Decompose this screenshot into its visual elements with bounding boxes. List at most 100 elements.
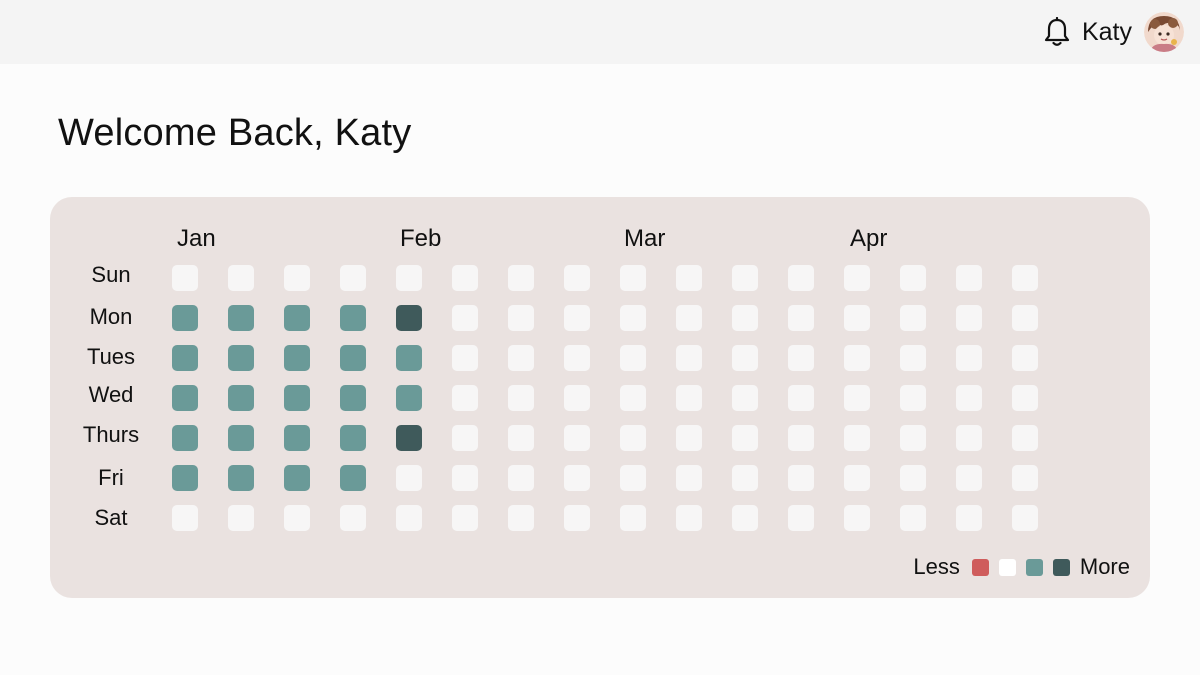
activity-cell[interactable] (732, 465, 758, 491)
activity-cell[interactable] (396, 505, 422, 531)
activity-cell[interactable] (228, 345, 254, 371)
activity-cell[interactable] (172, 305, 198, 331)
activity-cell[interactable] (172, 465, 198, 491)
username[interactable]: Katy (1082, 18, 1132, 47)
activity-cell[interactable] (676, 425, 702, 451)
activity-cell[interactable] (900, 465, 926, 491)
activity-cell[interactable] (228, 425, 254, 451)
activity-cell[interactable] (788, 425, 814, 451)
activity-cell[interactable] (732, 265, 758, 291)
activity-cell[interactable] (564, 465, 590, 491)
activity-cell[interactable] (788, 385, 814, 411)
activity-cell[interactable] (564, 425, 590, 451)
activity-cell[interactable] (284, 345, 310, 371)
activity-cell[interactable] (620, 345, 646, 371)
activity-cell[interactable] (676, 505, 702, 531)
activity-cell[interactable] (396, 425, 422, 451)
activity-cell[interactable] (1012, 305, 1038, 331)
activity-cell[interactable] (844, 385, 870, 411)
activity-cell[interactable] (228, 265, 254, 291)
activity-cell[interactable] (676, 345, 702, 371)
activity-cell[interactable] (676, 465, 702, 491)
activity-cell[interactable] (1012, 265, 1038, 291)
activity-cell[interactable] (1012, 345, 1038, 371)
activity-cell[interactable] (732, 425, 758, 451)
activity-cell[interactable] (900, 505, 926, 531)
activity-cell[interactable] (340, 305, 366, 331)
activity-cell[interactable] (620, 305, 646, 331)
activity-cell[interactable] (844, 265, 870, 291)
activity-cell[interactable] (564, 385, 590, 411)
activity-cell[interactable] (508, 505, 534, 531)
activity-cell[interactable] (228, 385, 254, 411)
activity-cell[interactable] (172, 385, 198, 411)
activity-cell[interactable] (284, 465, 310, 491)
activity-cell[interactable] (620, 465, 646, 491)
activity-cell[interactable] (956, 345, 982, 371)
activity-cell[interactable] (844, 345, 870, 371)
activity-cell[interactable] (1012, 385, 1038, 411)
activity-cell[interactable] (564, 345, 590, 371)
activity-cell[interactable] (396, 385, 422, 411)
activity-cell[interactable] (620, 385, 646, 411)
activity-cell[interactable] (732, 305, 758, 331)
activity-cell[interactable] (788, 345, 814, 371)
activity-cell[interactable] (452, 345, 478, 371)
activity-cell[interactable] (620, 265, 646, 291)
activity-cell[interactable] (396, 305, 422, 331)
bell-icon[interactable] (1042, 17, 1072, 47)
activity-cell[interactable] (732, 505, 758, 531)
activity-cell[interactable] (508, 385, 534, 411)
activity-cell[interactable] (1012, 425, 1038, 451)
activity-cell[interactable] (340, 425, 366, 451)
activity-cell[interactable] (452, 265, 478, 291)
activity-cell[interactable] (844, 425, 870, 451)
activity-cell[interactable] (508, 465, 534, 491)
activity-cell[interactable] (844, 465, 870, 491)
activity-cell[interactable] (508, 305, 534, 331)
activity-cell[interactable] (788, 305, 814, 331)
activity-cell[interactable] (284, 385, 310, 411)
activity-cell[interactable] (788, 505, 814, 531)
activity-cell[interactable] (172, 265, 198, 291)
activity-cell[interactable] (452, 465, 478, 491)
activity-cell[interactable] (732, 345, 758, 371)
activity-cell[interactable] (900, 265, 926, 291)
activity-cell[interactable] (172, 505, 198, 531)
activity-cell[interactable] (172, 345, 198, 371)
activity-cell[interactable] (284, 505, 310, 531)
activity-cell[interactable] (956, 425, 982, 451)
activity-cell[interactable] (844, 505, 870, 531)
activity-cell[interactable] (900, 425, 926, 451)
activity-cell[interactable] (620, 425, 646, 451)
activity-cell[interactable] (900, 385, 926, 411)
activity-cell[interactable] (284, 425, 310, 451)
activity-cell[interactable] (564, 305, 590, 331)
activity-cell[interactable] (452, 305, 478, 331)
activity-cell[interactable] (620, 505, 646, 531)
avatar[interactable] (1144, 12, 1184, 52)
activity-cell[interactable] (172, 425, 198, 451)
activity-cell[interactable] (900, 305, 926, 331)
activity-cell[interactable] (284, 265, 310, 291)
activity-cell[interactable] (676, 385, 702, 411)
activity-cell[interactable] (788, 265, 814, 291)
activity-cell[interactable] (844, 305, 870, 331)
activity-cell[interactable] (284, 305, 310, 331)
activity-cell[interactable] (732, 385, 758, 411)
activity-cell[interactable] (396, 265, 422, 291)
activity-cell[interactable] (508, 425, 534, 451)
activity-cell[interactable] (340, 345, 366, 371)
activity-cell[interactable] (340, 385, 366, 411)
activity-cell[interactable] (452, 505, 478, 531)
activity-cell[interactable] (396, 345, 422, 371)
activity-cell[interactable] (676, 265, 702, 291)
activity-cell[interactable] (788, 465, 814, 491)
activity-cell[interactable] (956, 385, 982, 411)
activity-cell[interactable] (956, 265, 982, 291)
activity-cell[interactable] (340, 465, 366, 491)
activity-cell[interactable] (452, 425, 478, 451)
activity-cell[interactable] (1012, 465, 1038, 491)
activity-cell[interactable] (564, 505, 590, 531)
activity-cell[interactable] (228, 465, 254, 491)
